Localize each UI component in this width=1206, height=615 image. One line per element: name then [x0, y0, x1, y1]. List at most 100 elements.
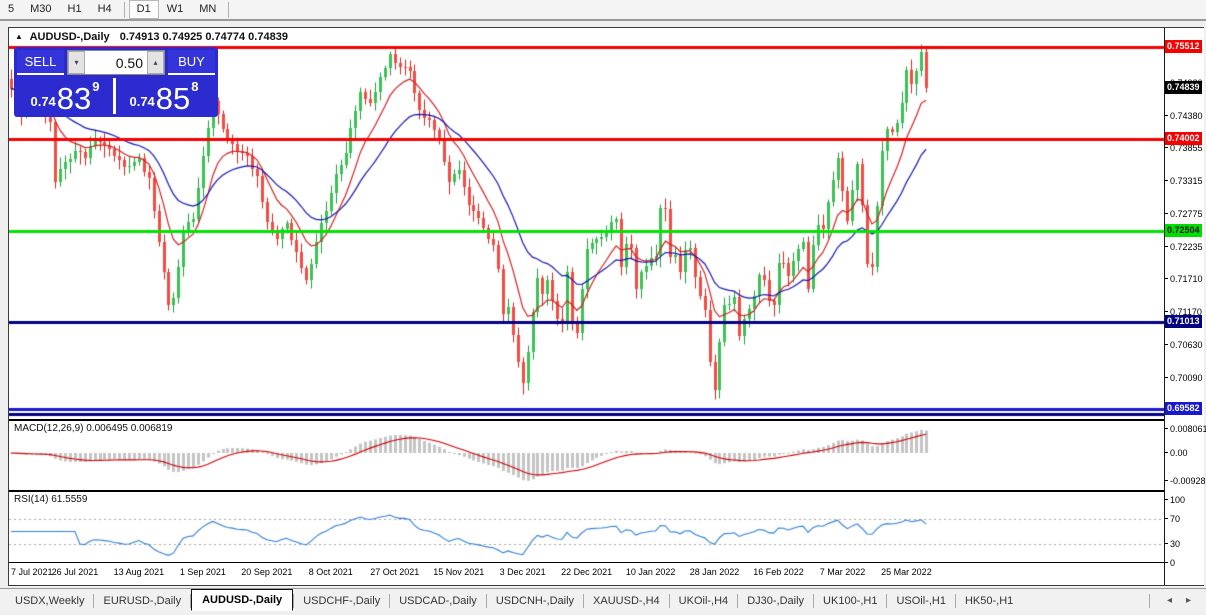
- sell-price-prefix: 0.74: [30, 94, 55, 114]
- tick-mark: [1165, 518, 1168, 519]
- date-label: 22 Dec 2021: [561, 567, 612, 577]
- macd-axis-tick: 0.00: [1165, 448, 1188, 459]
- buy-price-big: 85: [156, 83, 190, 114]
- tick-mark: [1165, 499, 1168, 500]
- rsi-canvas[interactable]: [9, 492, 1164, 562]
- sell-button[interactable]: SELL: [17, 50, 64, 75]
- price-axis: 0.754600.749200.743800.738550.733150.727…: [1164, 28, 1204, 585]
- chart-tab[interactable]: EURUSD-,Daily: [94, 592, 190, 610]
- macd-canvas[interactable]: [9, 421, 1164, 490]
- tick-mark: [1165, 344, 1168, 345]
- tick-mark: [1165, 147, 1168, 148]
- chart-tab[interactable]: DJ30-,Daily: [738, 592, 813, 610]
- price-level-badge: 0.75512: [1165, 40, 1202, 53]
- chart-tab[interactable]: HK50-,H1: [956, 592, 1022, 610]
- price-level-badge: 0.74839: [1165, 81, 1202, 94]
- rsi-pane: RSI(14) 61.5559: [9, 492, 1164, 562]
- macd-axis-tick: -0.00928: [1165, 476, 1206, 487]
- price-level-badge: 0.72504: [1165, 224, 1202, 237]
- tab-scroll-right-button[interactable]: ▸: [1179, 593, 1198, 608]
- price-pane: ▲ AUDUSD-,Daily 0.74913 0.74925 0.74774 …: [9, 28, 1164, 419]
- volume-decrease-button[interactable]: ▾: [68, 51, 85, 74]
- price-axis-tick: 0.72235: [1165, 242, 1203, 253]
- buy-price-prefix: 0.74: [129, 94, 154, 114]
- toolbar-separator: [124, 2, 125, 18]
- chart-tab[interactable]: AUDUSD-,Daily: [191, 589, 293, 611]
- tab-scroll-controls: ◂▸: [1149, 593, 1206, 608]
- tick-mark: [1165, 213, 1168, 214]
- tick-mark: [1165, 311, 1168, 312]
- chart-window: ▲ AUDUSD-,Daily 0.74913 0.74925 0.74774 …: [8, 27, 1204, 586]
- timeframe-button-W1[interactable]: W1: [159, 1, 192, 18]
- tick-mark: [1165, 452, 1168, 453]
- macd-label: MACD(12,26,9) 0.006495 0.006819: [14, 423, 172, 434]
- date-axis: 7 Jul 202126 Jul 2021 13 Aug 2021 1 Sep 20…: [9, 563, 1164, 585]
- macd-axis-tick: 0.008061: [1165, 424, 1206, 435]
- chart-tab[interactable]: USDX,Weekly: [6, 592, 93, 610]
- chart-tab[interactable]: XAUUSD-,H4: [584, 592, 669, 610]
- tick-mark: [1165, 562, 1168, 563]
- arrow-down-icon: ▾: [74, 58, 78, 67]
- ohlc-values: 0.74913 0.74925 0.74774 0.74839: [120, 31, 288, 43]
- chart-title: ▲ AUDUSD-,Daily 0.74913 0.74925 0.74774 …: [15, 31, 288, 43]
- chart-tab[interactable]: UKOil-,H4: [670, 592, 738, 610]
- arrow-up-icon: ▴: [153, 58, 157, 67]
- chart-tab[interactable]: USDCAD-,Daily: [390, 592, 486, 610]
- timeframe-button-D1[interactable]: D1: [129, 0, 159, 19]
- price-axis-tick: 0.72775: [1165, 209, 1203, 220]
- date-label: 16 Feb 2022: [753, 567, 804, 577]
- panel-toggle-icon[interactable]: ▲: [15, 32, 23, 41]
- buy-price[interactable]: 0.74 85 8: [116, 78, 212, 114]
- tick-mark: [1165, 246, 1168, 247]
- date-label: 20 Sep 2021: [241, 567, 292, 577]
- tick-mark: [1165, 377, 1168, 378]
- date-label: 10 Jan 2022: [626, 567, 676, 577]
- sell-price-pip: 9: [92, 79, 99, 94]
- date-label: 28 Jan 2022: [690, 567, 740, 577]
- tick-mark: [1165, 428, 1168, 429]
- one-click-trading-panel: SELL ▾ ▴ BUY 0.74 83 9: [14, 47, 218, 117]
- tick-mark: [1165, 543, 1168, 544]
- date-label: 8 Oct 2021: [309, 567, 353, 577]
- tick-mark: [1165, 278, 1168, 279]
- date-label: 27 Oct 2021: [370, 567, 419, 577]
- date-label: 7 Mar 2022: [820, 567, 866, 577]
- timeframe-button-M30[interactable]: M30: [22, 1, 59, 18]
- symbol-label: AUDUSD-,Daily: [30, 31, 110, 43]
- tab-separator: [1149, 594, 1150, 608]
- macd-pane: MACD(12,26,9) 0.006495 0.006819: [9, 421, 1164, 490]
- sell-price-big: 83: [57, 83, 91, 114]
- chart-tab[interactable]: USDCHF-,Daily: [294, 592, 389, 610]
- volume-spinner: ▾ ▴: [67, 50, 165, 75]
- price-level-badge: 0.74002: [1165, 132, 1202, 145]
- chart-tab[interactable]: UK100-,H1: [814, 592, 886, 610]
- rsi-axis-tick: 100: [1165, 495, 1185, 506]
- timeframe-button-H1[interactable]: H1: [60, 1, 90, 18]
- date-label: 3 Dec 2021: [500, 567, 546, 577]
- chart-tab[interactable]: USOil-,H1: [887, 592, 955, 610]
- date-label: 7 Jul 2021: [11, 567, 53, 577]
- date-label: 26 Jul 2021: [52, 567, 99, 577]
- timeframe-button-5[interactable]: 5: [0, 1, 22, 18]
- date-label: 1 Sep 2021: [180, 567, 226, 577]
- sell-price[interactable]: 0.74 83 9: [17, 78, 113, 114]
- timeframe-button-MN[interactable]: MN: [191, 1, 224, 18]
- rsi-axis-tick: 0: [1165, 558, 1175, 569]
- chart-tab-bar: USDX,WeeklyEURUSD-,DailyAUDUSD-,DailyUSD…: [0, 588, 1206, 612]
- price-axis-tick: 0.70090: [1165, 373, 1203, 384]
- rsi-axis-tick: 30: [1165, 539, 1180, 550]
- volume-input[interactable]: [85, 51, 147, 74]
- tab-scroll-left-button[interactable]: ◂: [1160, 593, 1179, 608]
- date-label: 15 Nov 2021: [433, 567, 484, 577]
- buy-price-pip: 8: [191, 79, 198, 94]
- price-level-badge: 0.69582: [1165, 402, 1202, 415]
- price-axis-tick: 0.71710: [1165, 274, 1203, 285]
- date-label: 13 Aug 2021: [114, 567, 165, 577]
- buy-button[interactable]: BUY: [168, 50, 215, 75]
- rsi-axis-tick: 70: [1165, 514, 1180, 525]
- timeframe-button-H4[interactable]: H4: [90, 1, 120, 18]
- price-axis-tick: 0.74380: [1165, 111, 1203, 122]
- volume-increase-button[interactable]: ▴: [147, 51, 164, 74]
- chart-tab[interactable]: USDCNH-,Daily: [487, 592, 583, 610]
- tick-mark: [1165, 480, 1168, 481]
